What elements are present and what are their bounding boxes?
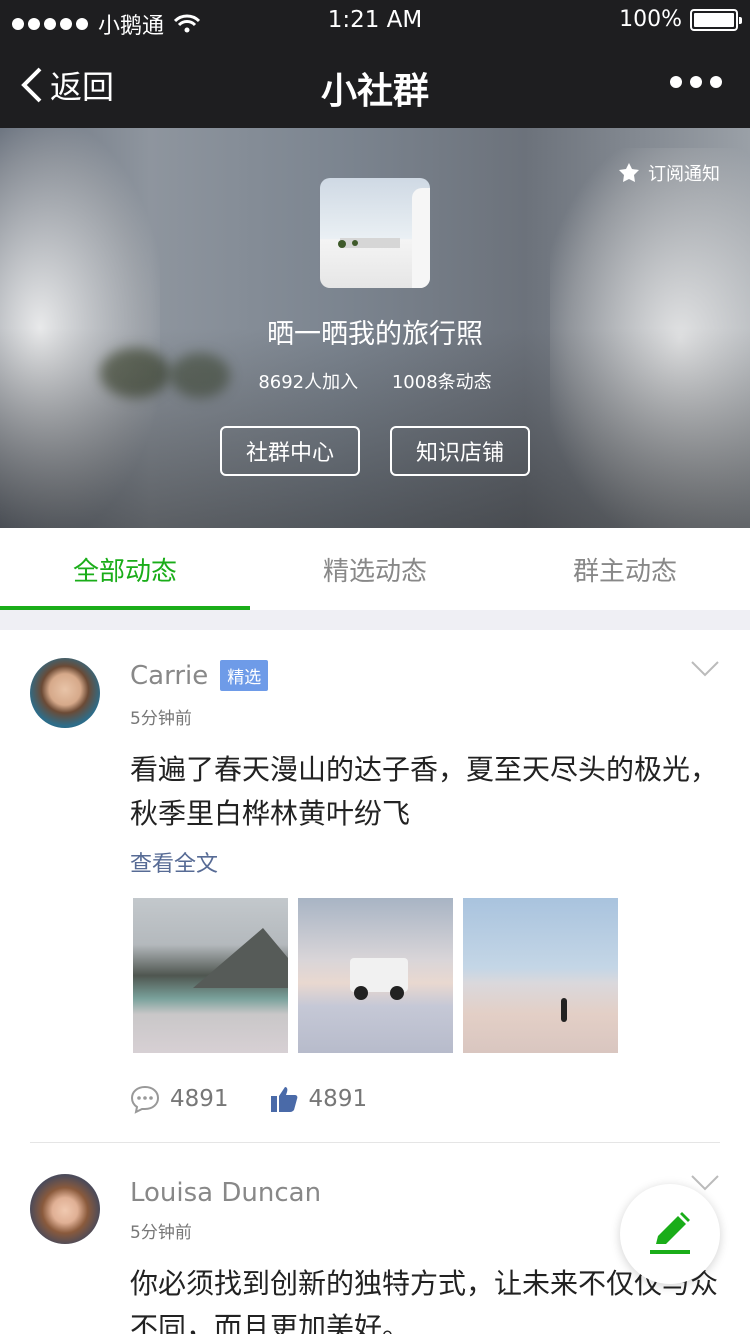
- chevron-down-icon[interactable]: [690, 1174, 720, 1192]
- tab-featured[interactable]: 精选动态: [250, 528, 500, 610]
- community-center-button[interactable]: 社群中心: [220, 426, 360, 476]
- group-cover-image: [320, 178, 430, 288]
- knowledge-shop-button[interactable]: 知识店铺: [390, 426, 530, 476]
- comment-icon: [130, 1085, 160, 1114]
- author-name[interactable]: Louisa Duncan: [130, 1178, 321, 1208]
- divider: [30, 1142, 720, 1143]
- section-divider: [0, 610, 750, 630]
- post-image-mountain[interactable]: [133, 898, 288, 1053]
- group-name: 晒一晒我的旅行照: [267, 319, 483, 350]
- status-right: 100%: [619, 7, 742, 32]
- page-title: 小社群: [320, 71, 429, 112]
- nav-bar: 返回 小社群: [0, 40, 750, 128]
- post-author-row: Louisa Duncan: [130, 1178, 321, 1208]
- header-buttons: 社群中心 知识店铺: [0, 426, 750, 476]
- group-header: 订阅通知 晒一晒我的旅行照 8692人加入 1008条动态 社群中心 知识店铺: [0, 128, 750, 528]
- read-more-link[interactable]: 查看全文: [130, 846, 218, 878]
- member-count: 8692人加入: [258, 372, 359, 393]
- subscribe-button[interactable]: 订阅通知: [618, 160, 720, 186]
- comment-button[interactable]: 4891: [130, 1084, 229, 1114]
- feed-tabs: 全部动态 精选动态 群主动态: [0, 528, 750, 610]
- battery-percent: 100%: [619, 7, 682, 32]
- post-image-beach[interactable]: [463, 898, 618, 1053]
- post-item: Carrie 精选 5分钟前 看遍了春天漫山的达子香，夏至天尽头的极光，秋季里白…: [0, 630, 750, 1144]
- like-button[interactable]: 4891: [269, 1084, 368, 1114]
- tab-all[interactable]: 全部动态: [0, 528, 250, 610]
- group-stats: 8692人加入 1008条动态: [0, 368, 750, 394]
- chevron-down-icon[interactable]: [690, 660, 720, 678]
- post-author-row: Carrie 精选: [130, 660, 269, 691]
- status-bar: 小鹅通 1:21 AM 100%: [0, 0, 750, 40]
- subscribe-label: 订阅通知: [648, 164, 720, 185]
- post-image-jeep[interactable]: [298, 898, 453, 1053]
- pencil-icon: [650, 1212, 690, 1254]
- more-button[interactable]: [670, 76, 722, 88]
- avatar[interactable]: [30, 658, 100, 728]
- compose-button[interactable]: [620, 1184, 720, 1284]
- comment-count: 4891: [170, 1086, 229, 1112]
- featured-badge: 精选: [220, 660, 269, 691]
- thumbs-up-icon: [270, 1087, 297, 1112]
- author-name[interactable]: Carrie: [130, 661, 208, 691]
- battery-icon: [690, 8, 742, 31]
- avatar[interactable]: [30, 1174, 100, 1244]
- post-actions: 4891 4891: [130, 1084, 367, 1114]
- header-content: 订阅通知 晒一晒我的旅行照 8692人加入 1008条动态 社群中心 知识店铺: [0, 128, 750, 528]
- post-time: 5分钟前: [130, 709, 192, 729]
- post-time: 5分钟前: [130, 1223, 192, 1243]
- top-bar: 小鹅通 1:21 AM 100% 返回 小社群: [0, 0, 750, 128]
- tab-owner[interactable]: 群主动态: [500, 528, 750, 610]
- post-images: [133, 898, 618, 1053]
- subscribe-icon: [619, 163, 639, 182]
- like-count: 4891: [308, 1086, 368, 1112]
- post-count: 1008条动态: [391, 372, 492, 393]
- post-text: 看遍了春天漫山的达子香，夏至天尽头的极光，秋季里白桦林黄叶纷飞: [130, 753, 719, 830]
